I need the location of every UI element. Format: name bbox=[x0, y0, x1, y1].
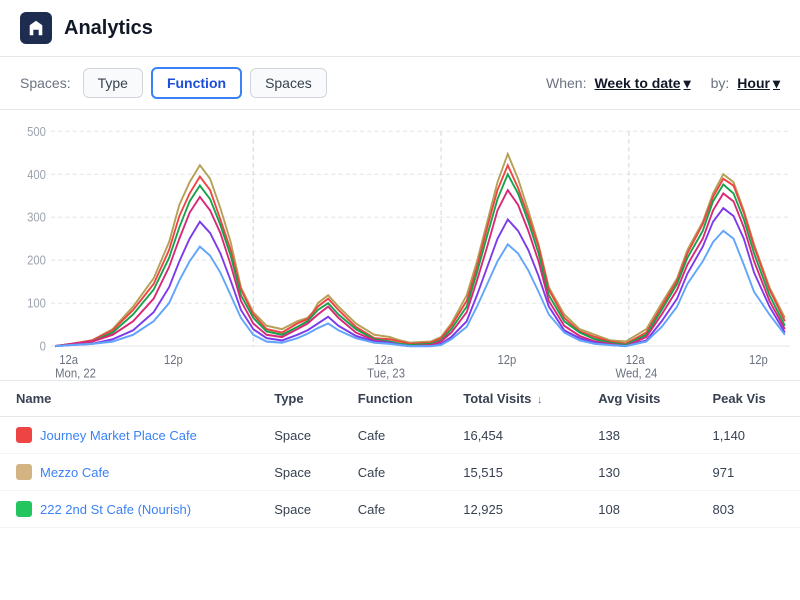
svg-text:12a: 12a bbox=[626, 353, 645, 368]
row-name-2[interactable]: Mezzo Cafe bbox=[40, 465, 109, 480]
spaces-label: Spaces: bbox=[20, 75, 71, 91]
chevron-down-icon: ▾ bbox=[773, 75, 780, 92]
header: Analytics bbox=[0, 0, 800, 57]
svg-text:200: 200 bbox=[27, 253, 46, 268]
row-total-visits-3: 12,925 bbox=[447, 491, 582, 528]
toolbar: Spaces: Type Function Spaces When: Week … bbox=[0, 57, 800, 110]
data-table: Name Type Function Total Visits ↓ Avg Vi… bbox=[0, 380, 800, 528]
row-avg-visits-3: 108 bbox=[582, 491, 696, 528]
chart-container: 500 400 300 200 100 0 12a Mon, 22 JUL 20… bbox=[0, 110, 800, 380]
row-avg-visits-2: 130 bbox=[582, 454, 696, 491]
col-name: Name bbox=[0, 381, 258, 417]
row-total-visits-2: 15,515 bbox=[447, 454, 582, 491]
when-label: When: bbox=[546, 75, 586, 91]
chevron-down-icon: ▾ bbox=[684, 75, 691, 92]
when-dropdown-button[interactable]: Week to date ▾ bbox=[594, 75, 690, 92]
row-name-1[interactable]: Journey Market Place Cafe bbox=[40, 428, 197, 443]
svg-text:Tue, 23: Tue, 23 bbox=[367, 366, 405, 380]
row-total-visits-1: 16,454 bbox=[447, 417, 582, 454]
svg-text:12p: 12p bbox=[164, 353, 183, 368]
app-title: Analytics bbox=[64, 17, 153, 40]
svg-text:100: 100 bbox=[27, 296, 46, 311]
hour-dropdown-button[interactable]: Hour ▾ bbox=[737, 75, 780, 92]
svg-text:12p: 12p bbox=[749, 353, 768, 368]
svg-text:12a: 12a bbox=[374, 353, 393, 368]
row-peak-vis-3: 803 bbox=[697, 491, 800, 528]
row-function-1: Cafe bbox=[342, 417, 447, 454]
col-avg-visits: Avg Visits bbox=[582, 381, 696, 417]
row-type-3: Space bbox=[258, 491, 342, 528]
row-function-3: Cafe bbox=[342, 491, 447, 528]
svg-text:Wed, 24: Wed, 24 bbox=[616, 366, 658, 380]
line-chart: 500 400 300 200 100 0 12a Mon, 22 JUL 20… bbox=[10, 120, 790, 380]
svg-text:12a: 12a bbox=[59, 353, 78, 368]
by-label: by: bbox=[711, 75, 730, 91]
svg-text:400: 400 bbox=[27, 167, 46, 182]
row-checkbox-3[interactable] bbox=[16, 501, 32, 517]
table-row: 222 2nd St Cafe (Nourish) Space Cafe 12,… bbox=[0, 491, 800, 528]
svg-text:300: 300 bbox=[27, 210, 46, 225]
row-peak-vis-2: 971 bbox=[697, 454, 800, 491]
row-checkbox-1[interactable] bbox=[16, 427, 32, 443]
row-function-2: Cafe bbox=[342, 454, 447, 491]
row-name-3[interactable]: 222 2nd St Cafe (Nourish) bbox=[40, 502, 191, 517]
app-logo bbox=[20, 12, 52, 44]
row-type-2: Space bbox=[258, 454, 342, 491]
table-row: Mezzo Cafe Space Cafe 15,515 130 971 bbox=[0, 454, 800, 491]
row-checkbox-2[interactable] bbox=[16, 464, 32, 480]
col-peak-vis: Peak Vis bbox=[697, 381, 800, 417]
svg-text:Mon, 22: Mon, 22 bbox=[55, 366, 96, 380]
svg-text:12p: 12p bbox=[498, 353, 517, 368]
row-avg-visits-1: 138 bbox=[582, 417, 696, 454]
sort-desc-icon: ↓ bbox=[537, 394, 543, 406]
col-total-visits[interactable]: Total Visits ↓ bbox=[447, 381, 582, 417]
filter-spaces-button[interactable]: Spaces bbox=[250, 68, 327, 98]
row-type-1: Space bbox=[258, 417, 342, 454]
svg-text:0: 0 bbox=[40, 339, 47, 354]
svg-text:500: 500 bbox=[27, 124, 46, 139]
filter-type-button[interactable]: Type bbox=[83, 68, 143, 98]
table-row: Journey Market Place Cafe Space Cafe 16,… bbox=[0, 417, 800, 454]
col-function: Function bbox=[342, 381, 447, 417]
row-peak-vis-1: 1,140 bbox=[697, 417, 800, 454]
filter-function-button[interactable]: Function bbox=[151, 67, 242, 99]
col-type: Type bbox=[258, 381, 342, 417]
